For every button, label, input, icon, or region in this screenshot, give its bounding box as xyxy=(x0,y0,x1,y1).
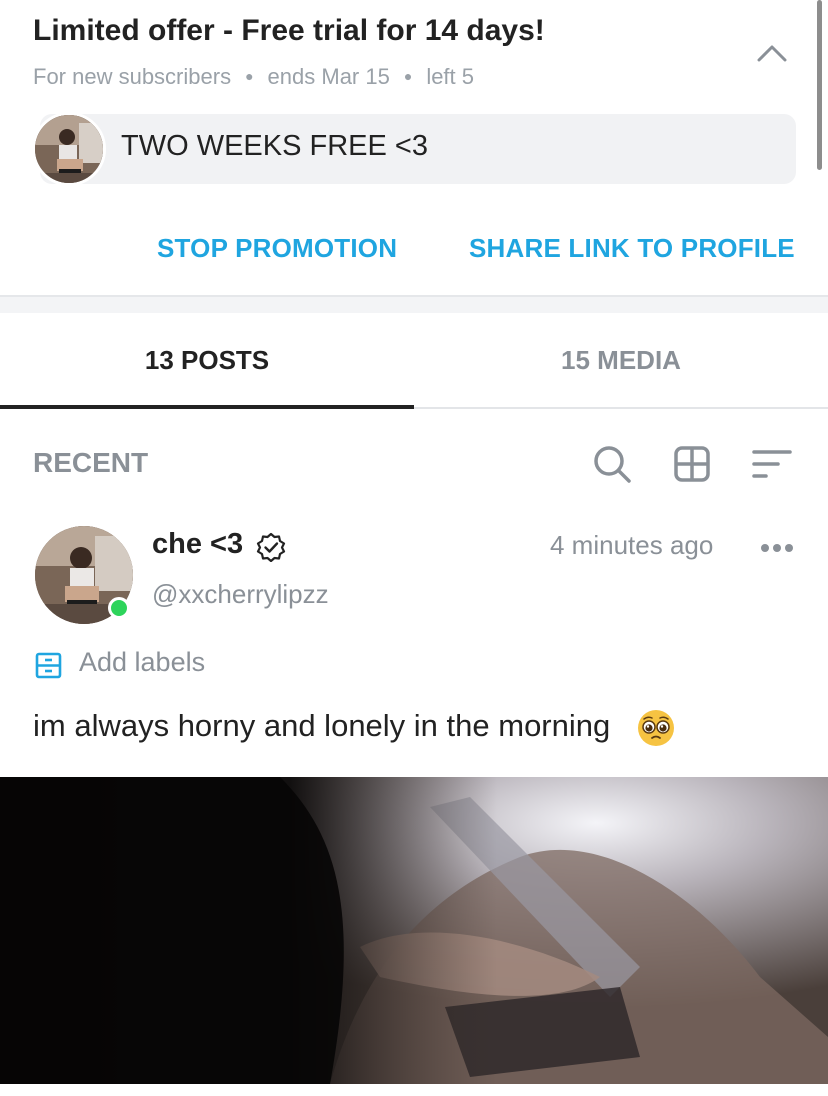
online-status-indicator xyxy=(108,597,130,619)
grid-icon[interactable] xyxy=(672,444,712,484)
author-name[interactable]: che <3 xyxy=(152,528,243,561)
tab-posts[interactable]: 13 POSTS xyxy=(0,313,414,409)
promo-message-text: TWO WEEKS FREE <3 xyxy=(121,130,428,162)
promo-remaining: left 5 xyxy=(426,64,475,89)
post-text: im always horny and lonely in the mornin… xyxy=(33,708,611,743)
sort-icon[interactable] xyxy=(752,444,792,484)
author-handle[interactable]: @xxcherrylipzz xyxy=(152,579,329,610)
post-media-image[interactable] xyxy=(0,777,828,1084)
add-labels-button[interactable]: Add labels xyxy=(79,647,205,678)
profile-tabs: 13 POSTS 15 MEDIA xyxy=(0,313,828,409)
active-tab-indicator xyxy=(0,405,414,409)
promo-meta: For new subscribers ● ends Mar 15 ● left 5 xyxy=(33,64,474,90)
share-link-button[interactable]: SHARE LINK TO PROFILE xyxy=(469,233,795,264)
more-options-icon[interactable] xyxy=(760,541,794,555)
labels-icon[interactable] xyxy=(35,652,62,679)
post-timestamp: 4 minutes ago xyxy=(550,530,714,560)
promo-audience: For new subscribers xyxy=(33,64,232,89)
scrollbar[interactable] xyxy=(817,0,822,170)
stop-promotion-button[interactable]: STOP PROMOTION xyxy=(157,233,397,264)
tab-media[interactable]: 15 MEDIA xyxy=(414,313,828,409)
section-label: RECENT xyxy=(33,447,149,478)
section-divider xyxy=(0,295,828,313)
chevron-up-icon[interactable] xyxy=(756,38,788,70)
post-author-avatar[interactable] xyxy=(35,526,133,624)
verified-badge-icon xyxy=(256,532,286,562)
avatar xyxy=(32,112,106,186)
separator-dot: ● xyxy=(245,68,254,84)
search-icon[interactable] xyxy=(592,444,632,484)
promotion-card: Limited offer - Free trial for 14 days! … xyxy=(0,0,828,296)
promo-end-date: ends Mar 15 xyxy=(267,64,390,89)
promo-title: Limited offer - Free trial for 14 days! xyxy=(33,14,545,47)
separator-dot: ● xyxy=(403,68,413,84)
pleading-face-icon xyxy=(638,710,674,746)
